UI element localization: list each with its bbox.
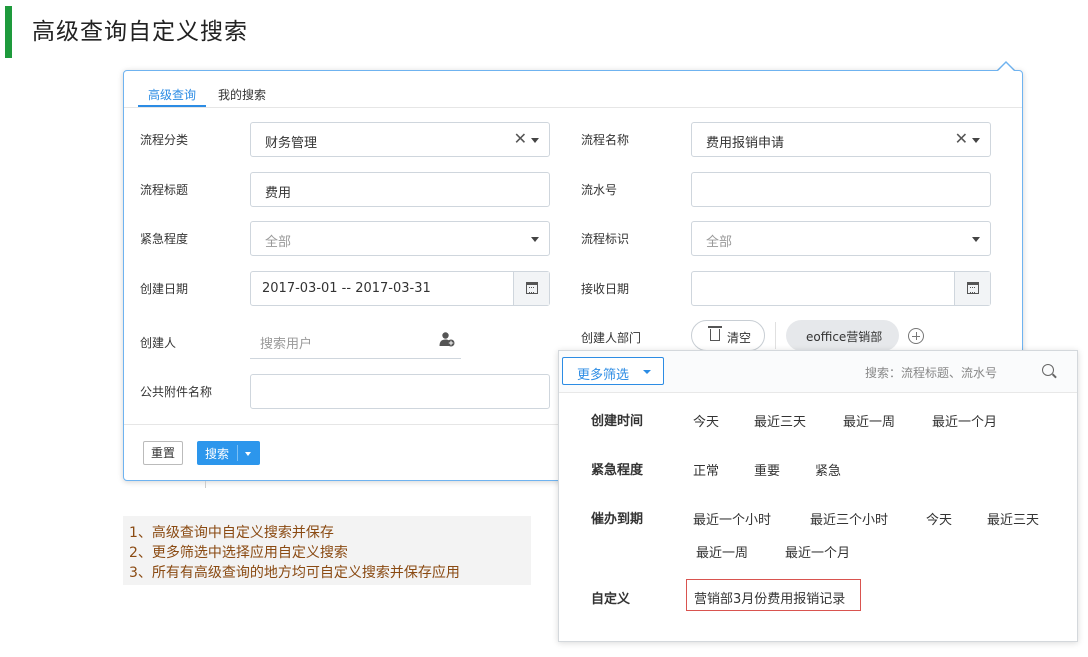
filter-header: 更多筛选 搜索：流程标题、流水号 (559, 351, 1077, 393)
flow-mark-select[interactable]: 全部 (691, 221, 991, 256)
tab-advanced-query[interactable]: 高级查询 (148, 86, 196, 103)
create-date-input[interactable]: 2017-03-01 -- 2017-03-31 (250, 271, 550, 306)
creator-dept-label: 创建人部门 (581, 331, 642, 345)
reset-button[interactable]: 重置 (143, 441, 183, 465)
chevron-down-icon[interactable] (972, 138, 980, 143)
search-icon[interactable] (1042, 364, 1054, 376)
calendar-button[interactable] (513, 272, 549, 305)
panel-pointer-inner (998, 63, 1014, 71)
flow-title-label: 流程标题 (140, 183, 189, 197)
notes-box: 1、高级查询中自定义搜索并保存 2、更多筛选中选择应用自定义搜索 3、所有有高级… (123, 516, 531, 585)
flow-name-label: 流程名称 (581, 133, 630, 147)
flow-category-label: 流程分类 (140, 133, 189, 147)
filter-option[interactable]: 正常 (693, 460, 719, 479)
add-user-icon[interactable] (439, 331, 455, 347)
active-tab-indicator (138, 105, 206, 107)
search-button-label: 搜索 (205, 447, 230, 461)
footer-divider (124, 424, 560, 425)
flow-category-value: 财务管理 (265, 136, 318, 151)
filter-option[interactable]: 最近一个月 (932, 411, 997, 430)
flow-title-value: 费用 (265, 186, 292, 201)
filter-option[interactable]: 重要 (754, 460, 780, 479)
add-dept-icon[interactable] (908, 328, 924, 344)
chevron-down-icon (643, 370, 651, 374)
chevron-down-icon[interactable] (972, 237, 980, 242)
clear-icon[interactable]: ✕ (955, 129, 968, 148)
filter-row-label-due: 催办到期 (591, 512, 644, 527)
filter-option[interactable]: 最近三天 (754, 411, 806, 430)
clear-dept-button[interactable]: 清空 (691, 320, 765, 351)
page-title: 高级查询自定义搜索 (32, 19, 248, 45)
calendar-icon (967, 282, 979, 294)
title-accent-bar (5, 6, 12, 58)
serial-no-input[interactable] (691, 172, 991, 207)
tab-bar: 高级查询 我的搜索 (124, 71, 1022, 108)
divider (205, 481, 206, 488)
trash-icon (708, 326, 722, 341)
note-line: 3、所有有高级查询的地方均可自定义搜索并保存应用 (129, 565, 460, 581)
attachment-name-label: 公共附件名称 (140, 385, 213, 399)
create-date-value: 2017-03-01 -- 2017-03-31 (262, 281, 431, 296)
flow-mark-label: 流程标识 (581, 232, 630, 246)
attachment-name-input[interactable] (250, 374, 550, 409)
clear-dept-label: 清空 (727, 331, 752, 345)
calendar-button[interactable] (954, 272, 990, 305)
urgency-value: 全部 (265, 235, 292, 250)
flow-mark-value: 全部 (706, 235, 733, 250)
filter-option[interactable]: 今天 (693, 411, 719, 430)
creator-input[interactable]: 搜索用户 (250, 324, 461, 359)
create-date-label: 创建日期 (140, 282, 189, 296)
custom-search-option[interactable]: 营销部3月份费用报销记录 (686, 579, 861, 611)
custom-search-label: 营销部3月份费用报销记录 (694, 592, 846, 607)
filter-option[interactable]: 最近三个小时 (810, 509, 888, 528)
filter-option[interactable]: 今天 (926, 509, 952, 528)
more-filter-label: 更多筛选 (577, 368, 630, 383)
filter-option[interactable]: 最近一个月 (785, 542, 850, 561)
chevron-down-icon[interactable] (531, 138, 539, 143)
note-line: 1、高级查询中自定义搜索并保存 (129, 525, 334, 541)
flow-title-input[interactable]: 费用 (250, 172, 550, 207)
creator-placeholder: 搜索用户 (260, 337, 313, 352)
more-filter-button[interactable]: 更多筛选 (562, 357, 664, 385)
dept-tag[interactable]: eoffice营销部 (786, 320, 899, 351)
filter-option[interactable]: 最近一个小时 (693, 509, 771, 528)
divider (775, 322, 776, 349)
calendar-icon (526, 282, 538, 294)
flow-category-select[interactable]: 财务管理 ✕ (250, 122, 550, 157)
tab-my-searches[interactable]: 我的搜索 (218, 86, 266, 103)
receive-date-label: 接收日期 (581, 282, 630, 296)
filter-option[interactable]: 最近一周 (696, 542, 748, 561)
dept-tag-label: eoffice营销部 (806, 330, 883, 344)
filter-row-label-urgency: 紧急程度 (591, 463, 644, 478)
creator-label: 创建人 (140, 336, 177, 350)
flow-name-select[interactable]: 费用报销申请 ✕ (691, 122, 991, 157)
filter-row-label-custom: 自定义 (591, 592, 631, 607)
urgency-select[interactable]: 全部 (250, 221, 550, 256)
urgency-label: 紧急程度 (140, 232, 189, 246)
filter-search-hint[interactable]: 搜索：流程标题、流水号 (865, 364, 997, 381)
note-line: 2、更多筛选中选择应用自定义搜索 (129, 545, 348, 561)
filter-option[interactable]: 最近三天 (987, 509, 1039, 528)
filter-option[interactable]: 紧急 (815, 460, 841, 479)
search-button-separator (237, 445, 238, 461)
filter-option[interactable]: 最近一周 (843, 411, 895, 430)
chevron-down-icon[interactable] (245, 452, 251, 456)
clear-icon[interactable]: ✕ (514, 129, 527, 148)
chevron-down-icon[interactable] (531, 237, 539, 242)
flow-name-value: 费用报销申请 (706, 136, 785, 151)
filter-row-label-create-time: 创建时间 (591, 414, 644, 429)
search-button[interactable]: 搜索 (197, 441, 260, 465)
serial-no-label: 流水号 (581, 183, 618, 197)
receive-date-input[interactable] (691, 271, 991, 306)
